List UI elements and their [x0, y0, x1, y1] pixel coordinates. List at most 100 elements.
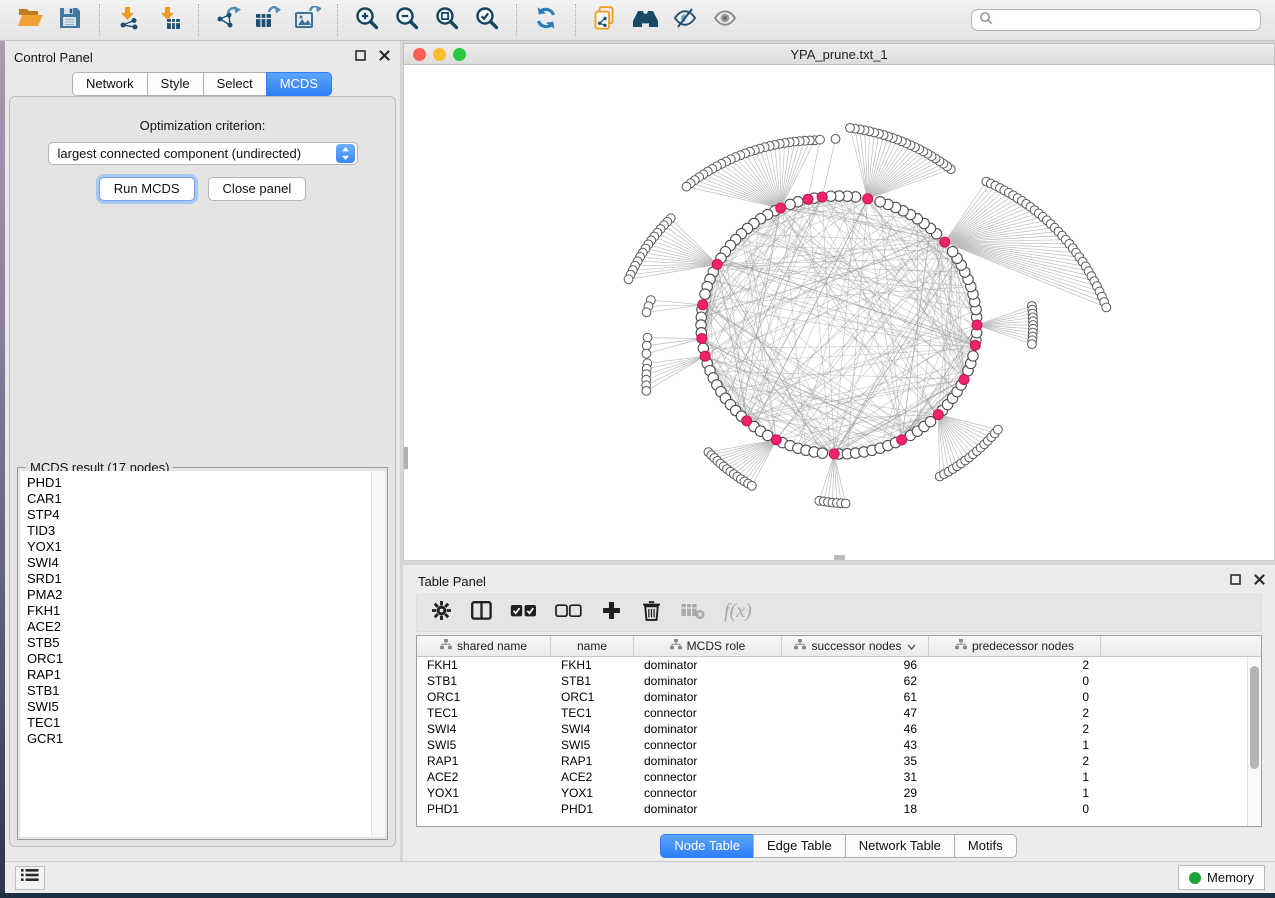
function-builder-button: f(x) [718, 597, 764, 629]
tab-select[interactable]: Select [203, 72, 267, 96]
share-document-icon [593, 6, 617, 35]
export-table-button[interactable] [251, 4, 285, 36]
mcds-result-item[interactable]: PMA2 [27, 587, 371, 603]
search-box[interactable] [971, 9, 1261, 31]
import-table-button[interactable] [152, 4, 186, 36]
criterion-select[interactable]: largest connected component (undirected) [48, 142, 358, 165]
minimize-window-icon[interactable] [433, 48, 446, 61]
zoom-out-button[interactable] [390, 4, 424, 36]
table-scrollbar-thumb[interactable] [1250, 666, 1259, 769]
mcds-result-item[interactable]: SWI4 [27, 555, 371, 571]
mcds-result-item[interactable]: SRD1 [27, 571, 371, 587]
cell-mcds-role: dominator [634, 722, 782, 736]
zoom-in-button[interactable] [350, 4, 384, 36]
export-network-button[interactable] [211, 4, 245, 36]
mcds-result-list[interactable]: PHD1CAR1STP4TID3YOX1SWI4SRD1PMA2FKH1ACE2… [20, 471, 372, 837]
select-all-button[interactable] [505, 597, 542, 629]
criterion-select-value: largest connected component (undirected) [49, 146, 336, 161]
network-horizontal-scrollbar[interactable] [834, 555, 845, 560]
tab-node-table[interactable]: Node Table [660, 834, 754, 858]
float-panel-icon[interactable] [355, 48, 366, 66]
delete-rows-button[interactable] [635, 597, 667, 629]
table-row[interactable]: RAP1RAP1dominator352 [417, 753, 1247, 769]
column-header-predecessor-nodes[interactable]: predecessor nodes [929, 636, 1101, 656]
network-window-titlebar[interactable]: YPA_prune.txt_1 [403, 43, 1275, 65]
settings-gear-icon [431, 600, 452, 626]
table-row[interactable]: STB1STB1dominator620 [417, 673, 1247, 689]
refresh-button[interactable] [529, 4, 563, 36]
mcds-result-item[interactable]: STP4 [27, 507, 371, 523]
tab-mcds[interactable]: MCDS [266, 72, 332, 96]
close-panel-button[interactable]: Close panel [208, 177, 307, 201]
table-row[interactable]: SWI5SWI5connector431 [417, 737, 1247, 753]
toolbar-separator [99, 4, 100, 36]
float-table-panel-icon[interactable] [1230, 572, 1241, 590]
mcds-result-item[interactable]: TEC1 [27, 715, 371, 731]
table-scrollbar[interactable] [1247, 657, 1261, 826]
window-traffic-lights [413, 48, 466, 61]
mcds-result-item[interactable]: SWI5 [27, 699, 371, 715]
mcds-result-item[interactable]: STB5 [27, 635, 371, 651]
mcds-result-item[interactable]: STB1 [27, 683, 371, 699]
mcds-result-item[interactable]: TID3 [27, 523, 371, 539]
mcds-result-item[interactable]: ACE2 [27, 619, 371, 635]
tab-network[interactable]: Network [72, 72, 148, 96]
add-row-button[interactable] [595, 597, 627, 629]
zoom-fit-button[interactable] [430, 4, 464, 36]
task-history-button[interactable] [15, 866, 45, 890]
settings-gear-button[interactable] [425, 597, 457, 629]
network-vertical-scrollbar[interactable] [404, 447, 408, 469]
column-header-MCDS-role[interactable]: MCDS role [634, 636, 782, 656]
toggle-columns-button[interactable] [465, 597, 497, 629]
mcds-result-item[interactable]: PHD1 [27, 475, 371, 491]
table-row[interactable]: ACE2ACE2connector311 [417, 769, 1247, 785]
column-header-successor-nodes[interactable]: successor nodes [782, 636, 929, 656]
mcds-result-item[interactable]: ORC1 [27, 651, 371, 667]
tab-network-table[interactable]: Network Table [845, 834, 955, 858]
run-mcds-button[interactable]: Run MCDS [99, 177, 195, 201]
cell-mcds-role: connector [634, 786, 782, 800]
zoom-selected-button[interactable] [470, 4, 504, 36]
table-row[interactable]: SWI4SWI4dominator462 [417, 721, 1247, 737]
content-area: Control Panel NetworkStyleSelectMCDS Opt… [5, 41, 1275, 861]
close-window-icon[interactable] [413, 48, 426, 61]
column-header-shared-name[interactable]: shared name [417, 636, 551, 656]
mcds-result-item[interactable]: CAR1 [27, 491, 371, 507]
save-session-button[interactable] [53, 4, 87, 36]
tab-motifs[interactable]: Motifs [954, 834, 1017, 858]
close-panel-icon[interactable] [379, 48, 390, 66]
share-document-button[interactable] [588, 4, 622, 36]
table-row[interactable]: ORC1ORC1dominator610 [417, 689, 1247, 705]
toolbar-separator [575, 4, 576, 36]
close-table-panel-icon[interactable] [1254, 572, 1265, 590]
cell-shared-name: RAP1 [417, 754, 551, 768]
import-network-button[interactable] [112, 4, 146, 36]
tab-style[interactable]: Style [147, 72, 204, 96]
table-row[interactable]: PHD1PHD1dominator180 [417, 801, 1247, 817]
mcds-result-scrollbar[interactable] [372, 471, 385, 837]
search-input[interactable] [998, 13, 1253, 27]
node-table-header: shared namenameMCDS rolesuccessor nodesp… [417, 636, 1261, 657]
open-session-button[interactable] [13, 4, 47, 36]
eye-button[interactable] [708, 4, 742, 36]
column-header-name[interactable]: name [551, 636, 634, 656]
table-row[interactable]: FKH1FKH1dominator962 [417, 657, 1247, 673]
eye-crossed-button[interactable] [668, 4, 702, 36]
deselect-all-button[interactable] [550, 597, 587, 629]
mcds-result-item[interactable]: GCR1 [27, 731, 371, 747]
maximize-window-icon[interactable] [453, 48, 466, 61]
mcds-result-item[interactable]: YOX1 [27, 539, 371, 555]
export-image-button[interactable] [291, 4, 325, 36]
binoculars-button[interactable] [628, 4, 662, 36]
cell-name: PHD1 [551, 802, 634, 816]
mcds-result-item[interactable]: FKH1 [27, 603, 371, 619]
table-row[interactable]: TEC1TEC1connector472 [417, 705, 1247, 721]
memory-button[interactable]: Memory [1178, 865, 1265, 890]
tab-edge-table[interactable]: Edge Table [753, 834, 846, 858]
network-graph[interactable] [404, 65, 1274, 560]
toolbar-separator [516, 4, 517, 36]
table-row[interactable]: YOX1YOX1connector291 [417, 785, 1247, 801]
network-canvas[interactable] [403, 65, 1275, 561]
mcds-result-item[interactable]: RAP1 [27, 667, 371, 683]
cell-successor-nodes: 47 [782, 706, 929, 720]
